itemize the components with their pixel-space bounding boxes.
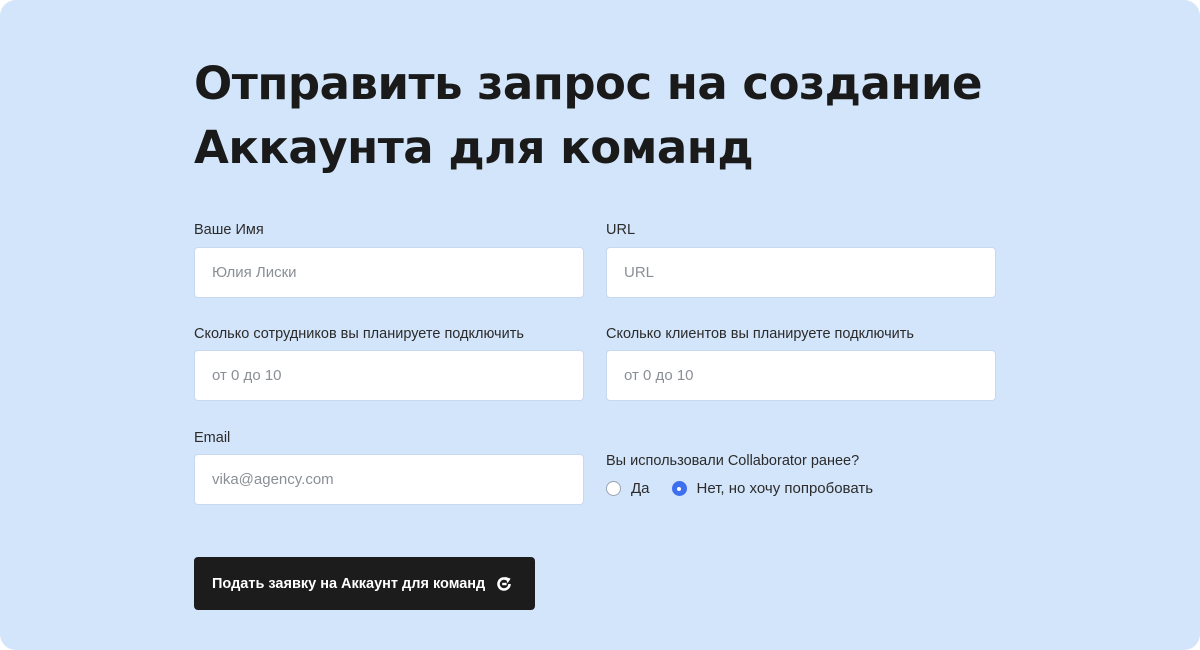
page-title-line-2: Аккаунта для команд (194, 121, 754, 174)
clients-input[interactable] (606, 350, 996, 401)
url-input[interactable] (606, 247, 996, 298)
submit-button-label: Подать заявку на Аккаунт для команд (212, 575, 486, 592)
page-title: Отправить запрос на создание Аккаунта дл… (194, 52, 1054, 180)
submit-request-button[interactable]: Подать заявку на Аккаунт для команд (194, 557, 535, 610)
radio-option-yes[interactable]: Да (606, 480, 650, 497)
name-field: Ваше Имя (194, 221, 584, 298)
refresh-arrow-icon (495, 575, 513, 593)
email-input[interactable] (194, 454, 584, 505)
name-label: Ваше Имя (194, 222, 264, 238)
page-title-line-1: Отправить запрос на создание (194, 57, 983, 110)
email-label: Email (194, 430, 231, 446)
radio-yes-icon[interactable] (606, 481, 621, 496)
radio-yes-label: Да (631, 480, 650, 497)
clients-label: Сколько клиентов вы планируете подключит… (606, 326, 914, 342)
radio-no-try-label: Нет, но хочу попробовать (696, 480, 874, 497)
used-before-options: Да Нет, но хочу попробовать (606, 480, 895, 497)
employees-input[interactable] (194, 350, 584, 401)
url-field: URL (606, 221, 996, 298)
radio-no-try-icon[interactable] (671, 481, 687, 496)
request-form-card: Отправить запрос на создание Аккаунта дл… (0, 0, 1200, 650)
radio-option-no-try[interactable]: Нет, но хочу попробовать (671, 480, 874, 497)
used-before-question: Вы использовали Collaborator ранее? (606, 453, 860, 469)
name-input[interactable] (194, 247, 584, 298)
employees-field: Сколько сотрудников вы планируете подклю… (194, 325, 584, 401)
used-before-radio-group: Вы использовали Collaborator ранее? Да Н… (606, 452, 1006, 497)
clients-field: Сколько клиентов вы планируете подключит… (606, 325, 996, 401)
url-label: URL (606, 222, 636, 238)
email-field: Email (194, 429, 584, 505)
employees-label: Сколько сотрудников вы планируете подклю… (194, 326, 524, 342)
